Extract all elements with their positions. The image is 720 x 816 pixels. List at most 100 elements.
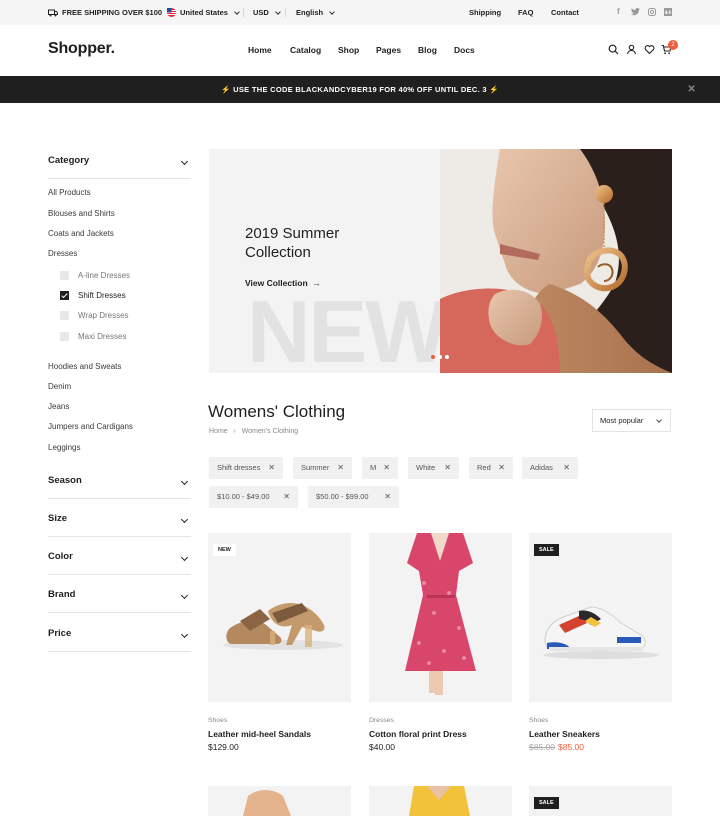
breadcrumb-current: Women's Clothing [241,428,299,435]
category-hoodies[interactable]: Hoodies and Sweats [48,362,121,371]
sort-select[interactable]: Most popular [592,409,671,432]
dress-filter-maxi[interactable]: Maxi Dresses [60,332,126,341]
category-denim[interactable]: Denim [48,382,71,391]
heart-icon[interactable] [644,44,655,55]
product-image[interactable]: SALE [529,533,672,702]
close-icon[interactable]: ✕ [268,457,275,479]
nav-pages[interactable]: Pages [376,45,401,55]
category-filter-header[interactable]: Category [48,155,191,179]
product-name[interactable]: Cotton floral print Dress [369,729,467,739]
product-card[interactable]: Dresses Cotton floral print Dress $40.00 [369,533,512,752]
filter-title: Color [48,551,73,562]
carousel-dots[interactable] [431,355,449,359]
sandals-image [223,603,343,650]
close-icon[interactable]: ✕ [283,486,290,508]
product-card[interactable]: SALE Shoes Leather Sneakers $85.00 $85.00 [529,533,672,752]
filter-chip[interactable]: White ✕ [408,457,459,479]
twitter-icon[interactable] [631,8,640,16]
country-select[interactable]: United States [167,8,240,17]
contact-link[interactable]: Contact [551,8,579,17]
hero-title-line2: Collection [245,244,311,261]
product-card[interactable] [208,786,351,816]
filter-chip[interactable]: $10.00 - $49.00 ✕ [209,486,298,508]
checkbox[interactable] [60,311,69,320]
dress-filter-aline[interactable]: A-line Dresses [60,271,130,280]
filter-chip[interactable]: Red ✕ [469,457,513,479]
checkbox-checked[interactable] [60,291,69,300]
filter-title: Brand [48,589,76,600]
logo[interactable]: Shopper. [48,40,115,58]
filter-chip-label: $50.00 - $99.00 [316,492,369,501]
nav-home[interactable]: Home [248,45,272,55]
nav-shop[interactable]: Shop [338,45,359,55]
shipping-link[interactable]: Shipping [469,8,501,17]
promo-text: USE THE CODE BLACKANDCYBER19 FOR 40% OFF… [233,85,487,94]
size-filter-header[interactable]: Size [48,513,191,537]
currency-select[interactable]: USD [253,8,281,17]
nav-blog[interactable]: Blog [418,45,437,55]
filter-chip-label: M [370,463,377,472]
chevron-down-icon [180,630,189,639]
category-all-products[interactable]: All Products [48,188,91,197]
currency-label: USD [253,8,269,17]
close-icon[interactable]: ✕ [563,457,570,479]
category-jumpers[interactable]: Jumpers and Cardigans [48,422,133,431]
truck-icon [48,9,58,16]
product-card[interactable]: NEW Shoes Leather mid-heel Sandals $129.… [208,533,351,752]
chevron-down-icon [275,8,281,15]
nav-catalog[interactable]: Catalog [290,45,321,55]
filter-title: Season [48,475,82,486]
filter-chip[interactable]: M ✕ [362,457,398,479]
breadcrumb-home[interactable]: Home [209,428,228,435]
season-filter-header[interactable]: Season [48,475,191,499]
close-icon[interactable]: ✕ [687,76,696,103]
nav-docs[interactable]: Docs [454,45,475,55]
category-dresses[interactable]: Dresses [48,249,77,258]
hero-banner: NEW 2019 Summer Collection View Collectio… [209,149,672,373]
filter-chip[interactable]: Summer ✕ [293,457,352,479]
facebook-icon[interactable]: f [617,7,620,16]
us-flag-icon [167,8,176,17]
cart-count-badge: 2 [668,40,678,50]
product-image[interactable] [369,533,512,702]
category-blouses[interactable]: Blouses and Shirts [48,209,115,218]
product-name[interactable]: Leather Sneakers [529,729,600,739]
view-collection-link[interactable]: View Collection → [245,278,321,288]
color-filter-header[interactable]: Color [48,551,191,575]
instagram-icon[interactable] [648,8,656,16]
medium-icon[interactable] [664,8,672,16]
price-filter-header[interactable]: Price [48,628,191,652]
dress-filter-shift[interactable]: Shift Dresses [60,291,126,300]
close-icon[interactable]: ✕ [383,457,390,479]
checkbox[interactable] [60,271,69,280]
filter-chip[interactable]: Shift dresses ✕ [209,457,283,479]
product-name[interactable]: Leather mid-heel Sandals [208,729,311,739]
language-select[interactable]: English [296,8,335,17]
product-card[interactable]: SALE [529,786,672,816]
close-icon[interactable]: ✕ [444,457,451,479]
category-coats[interactable]: Coats and Jackets [48,229,114,238]
user-icon[interactable] [626,44,637,55]
product-card[interactable] [369,786,512,816]
product-image [243,790,291,816]
carousel-dot[interactable] [438,355,442,359]
sale-badge: SALE [534,797,559,809]
sort-label: Most popular [600,416,644,425]
category-leggings[interactable]: Leggings [48,443,80,452]
view-collection-label: View Collection [245,278,308,288]
checkbox[interactable] [60,332,69,341]
faq-link[interactable]: FAQ [518,8,533,17]
dress-filter-wrap[interactable]: Wrap Dresses [60,311,129,320]
product-image[interactable]: NEW [208,533,351,702]
carousel-dot-active[interactable] [431,355,435,359]
filter-chip[interactable]: $50.00 - $99.00 ✕ [308,486,399,508]
brand-filter-header[interactable]: Brand [48,589,191,613]
search-icon[interactable] [608,44,619,55]
filter-chip[interactable]: Adidas ✕ [522,457,578,479]
close-icon[interactable]: ✕ [337,457,344,479]
chevron-down-icon [180,553,189,562]
close-icon[interactable]: ✕ [498,457,505,479]
carousel-dot[interactable] [445,355,449,359]
close-icon[interactable]: ✕ [384,486,391,508]
category-jeans[interactable]: Jeans [48,402,69,411]
